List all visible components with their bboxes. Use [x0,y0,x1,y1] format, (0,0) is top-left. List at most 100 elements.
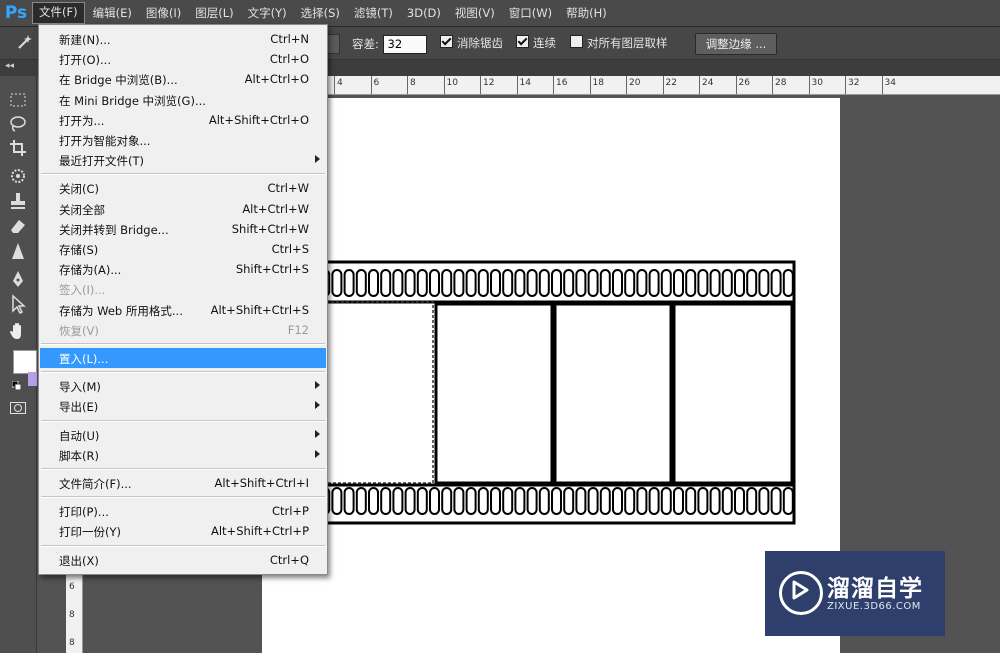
tolerance-label: 容差: [352,37,379,51]
file-menu-item[interactable]: 打开为智能对象... [40,130,326,150]
tolerance-input[interactable]: 32 [382,35,427,54]
file-menu-item[interactable]: 在 Mini Bridge 中浏览(G)... [40,90,326,110]
file-menu-dropdown: 新建(N)... Ctrl+N 打开(O)... Ctrl+O 在 Bridge 中浏览… [38,24,328,575]
watermark-logo: 溜溜自学 ZIXUE.3D66.COM [765,551,945,636]
clone-stamp-tool-icon[interactable] [8,191,28,211]
file-menu-item[interactable]: 打开(O)... Ctrl+O [40,49,326,69]
menu-separator [41,343,325,345]
watermark-title: 溜溜自学 [827,576,923,602]
menu-item-shortcut: Ctrl+N [270,32,309,46]
ruler-tick-label: 12 [480,76,494,94]
default-colors-icon[interactable] [11,379,22,391]
file-menu-item[interactable]: 最近打开文件(T) [40,150,326,170]
ruler-tick-label: 6 [69,582,75,592]
menu-5[interactable]: 选择(S) [295,3,346,23]
watermark-url: ZIXUE.3D66.COM [827,601,921,612]
menu-item-label: 打开为... [59,113,105,128]
ruler-tick-label: 8 [69,610,75,620]
ruler-tick-label: 28 [772,76,786,94]
refine-edge-button[interactable]: 调整边缘 ... [695,33,777,55]
menu-separator [41,544,325,547]
menu-item-label: 打印一份(Y) [59,525,121,540]
menu-items: 文件(F) 编辑(E) 图像(I) 图层(L) 文字(Y) 选择(S) 滤镜(T) 3D(D)… [32,2,615,24]
menu-0[interactable]: 文件(F) [32,2,85,24]
file-menu-item[interactable]: 脚本(R) [40,445,326,465]
document-canvas[interactable] [262,98,840,653]
contiguous-option[interactable]: 连续 [516,35,556,51]
ruler-tick-label: 26 [735,76,750,94]
file-menu-item[interactable]: 自动(U) [40,425,326,445]
sample-all-layers-checkbox[interactable] [570,35,583,48]
horizontal-ruler: 4 6 8 10 12 14 16 18 20 22 24 26 28 30 32 34 [326,76,1000,95]
menu-3[interactable]: 图层(L) [189,3,239,23]
menu-9[interactable]: 窗口(W) [503,3,558,23]
menu-item-label: 打印(P)... [59,505,109,520]
marquee-tool-icon[interactable] [8,90,28,110]
spot-healing-tool-icon[interactable] [8,166,28,186]
antialias-option[interactable]: 消除锯齿 [440,35,503,51]
eraser-tool-icon[interactable] [8,216,28,236]
file-menu-item[interactable]: 关闭全部 Alt+Ctrl+W [40,199,326,219]
file-menu-item[interactable]: 导出(E) [40,396,326,416]
contiguous-checkbox[interactable] [516,35,529,48]
menu-item-label: 新建(N)... [59,33,111,47]
menu-item-shortcut: Alt+Ctrl+W [242,201,309,216]
menu-item-shortcut: Ctrl+P [271,504,309,519]
menu-item-shortcut: Shift+Ctrl+S [235,262,309,277]
file-menu-item[interactable]: 导入(M) [40,376,326,396]
menu-item-shortcut: Alt+Ctrl+O [244,72,309,87]
menu-item-label: 打开为智能对象... [59,134,151,148]
file-menu-item[interactable]: 新建(N)... Ctrl+N [40,29,326,49]
file-menu-item[interactable]: 存储为(A)... Shift+Ctrl+S [40,259,326,279]
sample-all-layers-option[interactable]: 对所有图层取样 [570,35,668,51]
menu-item-shortcut: Ctrl+O [269,52,309,67]
file-menu-item: 恢复(V) F12 [40,320,326,340]
menu-4[interactable]: 文字(Y) [242,3,293,23]
file-menu-item[interactable]: 在 Bridge 中浏览(B)... Alt+Ctrl+O [40,69,326,89]
menu-item-label: 最近打开文件(T) [59,154,144,169]
menu-10[interactable]: 帮助(H) [560,3,613,23]
menu-item-label: 退出(X) [59,553,99,568]
collapse-toolbox-icon[interactable]: ◂◂ [5,61,14,71]
menu-6[interactable]: 滤镜(T) [348,3,399,23]
menu-7[interactable]: 3D(D) [401,3,447,23]
background-color-swatch[interactable] [28,372,37,386]
file-menu-item[interactable]: 存储为 Web 所用格式... Alt+Shift+Ctrl+S [40,300,326,320]
menu-8[interactable]: 视图(V) [449,3,501,23]
menu-item-shortcut: Shift+Ctrl+W [231,221,309,236]
file-menu-item[interactable]: 存储(S) Ctrl+S [40,239,326,259]
ruler-tick-label: 32 [845,76,859,94]
ruler-tick-label: 14 [516,76,531,94]
blur-tool-icon[interactable] [8,241,28,261]
menu-item-label: 打开(O)... [59,53,111,68]
menu-item-label: 文件简介(F)... [59,477,132,491]
file-menu-item[interactable]: 退出(X) Ctrl+Q [40,550,326,570]
magic-wand-tool-icon[interactable] [14,32,34,52]
menu-2[interactable]: 图像(I) [140,3,187,23]
pen-tool-icon[interactable] [8,269,28,289]
file-menu-item[interactable]: 关闭(C) Ctrl+W [40,178,326,198]
menu-item-label: 关闭并转到 Bridge... [59,222,169,237]
ruler-tick-label: 30 [808,76,823,94]
ruler-tick-label: 6 [370,76,379,94]
menu-item-label: 导入(M) [59,380,101,395]
path-selection-tool-icon[interactable] [8,294,28,315]
lasso-tool-icon[interactable] [8,114,28,134]
menu-item-label: 关闭(C) [59,182,100,197]
ruler-tick-label: 20 [626,76,640,94]
crop-tool-icon[interactable] [8,138,28,158]
ruler-tick-label: 34 [881,76,896,94]
file-menu-item[interactable]: 置入(L)... [40,348,326,368]
file-menu-item[interactable]: 文件简介(F)... Alt+Shift+Ctrl+I [40,473,326,493]
file-menu-item[interactable]: 打印(P)... Ctrl+P [40,501,326,521]
hand-tool-icon[interactable] [8,321,28,341]
foreground-color-swatch[interactable] [13,350,37,374]
file-menu-item[interactable]: 打印一份(Y) Alt+Shift+Ctrl+P [40,521,326,541]
menu-1[interactable]: 编辑(E) [87,3,138,23]
antialias-checkbox[interactable] [440,35,453,48]
ruler-tick-label: 22 [662,76,677,94]
file-menu-item[interactable]: 关闭并转到 Bridge... Shift+Ctrl+W [40,219,326,239]
quick-mask-icon[interactable] [10,402,26,414]
ruler-tick-label: 10 [443,76,458,94]
file-menu-item[interactable]: 打开为... Alt+Shift+Ctrl+O [40,110,326,130]
